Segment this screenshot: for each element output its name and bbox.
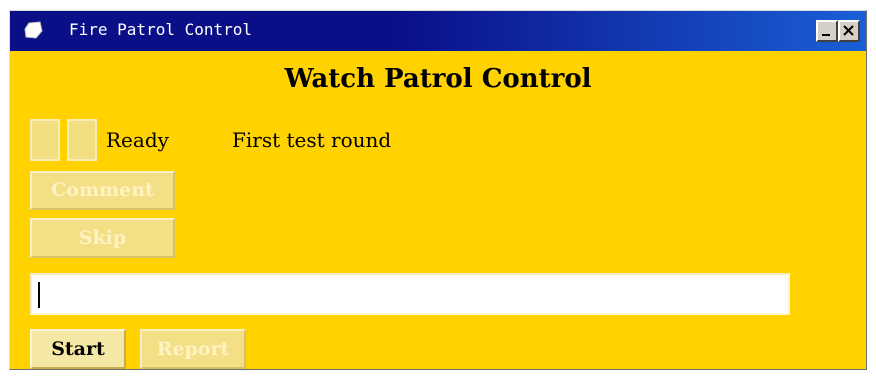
close-icon <box>843 25 854 36</box>
text-caret <box>38 282 40 308</box>
report-button[interactable]: Report <box>140 329 246 369</box>
minimize-icon <box>822 34 830 36</box>
app-window: Fire Patrol Control Watch Patrol Control… <box>9 10 867 370</box>
window-title: Fire Patrol Control <box>69 20 253 39</box>
round-label: First test round <box>232 128 392 152</box>
status-indicator-2 <box>67 119 97 161</box>
status-indicator-1 <box>30 119 60 161</box>
app-icon <box>24 21 43 39</box>
skip-button[interactable]: Skip <box>30 218 175 258</box>
start-button[interactable]: Start <box>30 329 126 369</box>
comment-button[interactable]: Comment <box>30 171 175 210</box>
minimize-button[interactable] <box>816 20 838 42</box>
comment-input[interactable] <box>30 273 790 315</box>
close-button[interactable] <box>838 20 860 42</box>
title-bar[interactable]: Fire Patrol Control <box>10 11 866 51</box>
status-label: Ready <box>106 128 169 152</box>
page-title: Watch Patrol Control <box>284 64 592 94</box>
